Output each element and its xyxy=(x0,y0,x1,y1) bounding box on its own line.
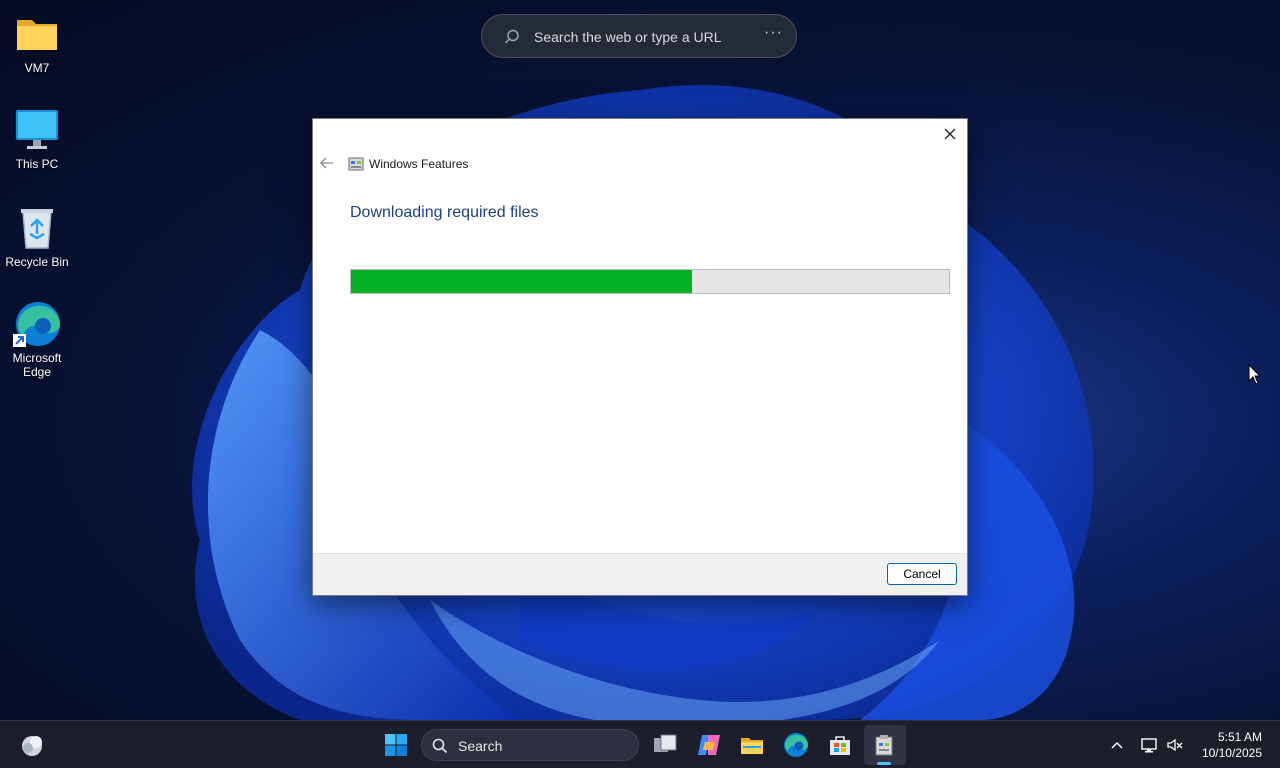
windows-features-icon xyxy=(348,157,364,171)
desktop-icon-vm7[interactable]: VM7 xyxy=(4,10,70,75)
web-search-bar[interactable]: Search the web or type a URL ··· xyxy=(481,14,797,58)
close-icon xyxy=(944,128,956,140)
copilot-button[interactable] xyxy=(691,727,727,763)
taskbar-search-label: Search xyxy=(458,738,503,754)
volume-button[interactable] xyxy=(1160,727,1190,763)
status-heading: Downloading required files xyxy=(350,204,539,221)
progress-fill xyxy=(351,270,692,293)
dialog-title: Windows Features xyxy=(369,157,469,171)
back-button[interactable] xyxy=(319,155,335,171)
dialog-footer: Cancel xyxy=(313,553,967,595)
clock-time: 5:51 AM xyxy=(1217,730,1262,744)
desktop-icon-recycle-bin[interactable]: Recycle Bin xyxy=(4,204,70,269)
copilot-icon xyxy=(698,735,720,755)
file-explorer-button[interactable] xyxy=(734,727,770,763)
volume-muted-icon xyxy=(1167,738,1183,752)
windows-features-icon xyxy=(875,735,893,756)
network-icon xyxy=(1141,738,1157,753)
web-search-placeholder[interactable]: Search the web or type a URL xyxy=(534,29,722,45)
file-explorer-icon xyxy=(741,738,763,754)
store-icon xyxy=(830,736,850,755)
widgets-icon xyxy=(22,736,42,756)
taskbar-search-box[interactable]: Search xyxy=(421,729,639,761)
folder-icon xyxy=(13,10,61,58)
widgets-button[interactable] xyxy=(14,727,50,763)
task-view-button[interactable] xyxy=(647,727,683,763)
mouse-cursor-icon xyxy=(1248,364,1262,385)
desktop-icon-this-pc[interactable]: This PC xyxy=(4,106,70,171)
start-icon xyxy=(385,734,407,756)
task-view-icon xyxy=(654,734,677,752)
system-clock[interactable]: 5:51 AM 10/10/2025 xyxy=(1202,729,1262,761)
store-button[interactable] xyxy=(822,727,858,763)
monitor-icon xyxy=(13,106,61,154)
desktop-icon-label: VM7 xyxy=(24,61,50,75)
desktop-icon-microsoft-edge[interactable]: Microsoft Edge xyxy=(4,300,70,379)
start-button[interactable] xyxy=(378,727,414,763)
back-arrow-icon xyxy=(320,157,333,169)
desktop-icon-label: Recycle Bin xyxy=(5,255,69,269)
edge-taskbar-button[interactable] xyxy=(778,727,814,763)
more-options-button[interactable]: ··· xyxy=(764,24,783,42)
close-button[interactable] xyxy=(939,123,961,145)
windows-features-dialog: Windows Features Downloading required fi… xyxy=(312,118,968,596)
download-progress-bar xyxy=(350,269,950,294)
desktop-icon-label: This PC xyxy=(15,157,59,171)
dialog-title-bar: Windows Features xyxy=(348,155,468,173)
edge-icon xyxy=(13,300,61,348)
active-app-indicator xyxy=(877,762,891,765)
desktop-icon-label: Microsoft Edge xyxy=(12,351,62,379)
show-hidden-icons-button[interactable] xyxy=(1101,727,1133,763)
search-icon xyxy=(504,29,519,44)
search-icon xyxy=(432,738,448,754)
windows-features-taskbar-button[interactable] xyxy=(867,727,903,763)
recycle-bin-icon xyxy=(13,204,61,252)
chevron-up-icon xyxy=(1111,741,1123,749)
clock-date: 10/10/2025 xyxy=(1201,746,1262,760)
taskbar: Search 5:51 AM 10/10/2025 xyxy=(0,720,1280,768)
edge-icon xyxy=(784,733,808,757)
cancel-button[interactable]: Cancel xyxy=(887,563,957,585)
